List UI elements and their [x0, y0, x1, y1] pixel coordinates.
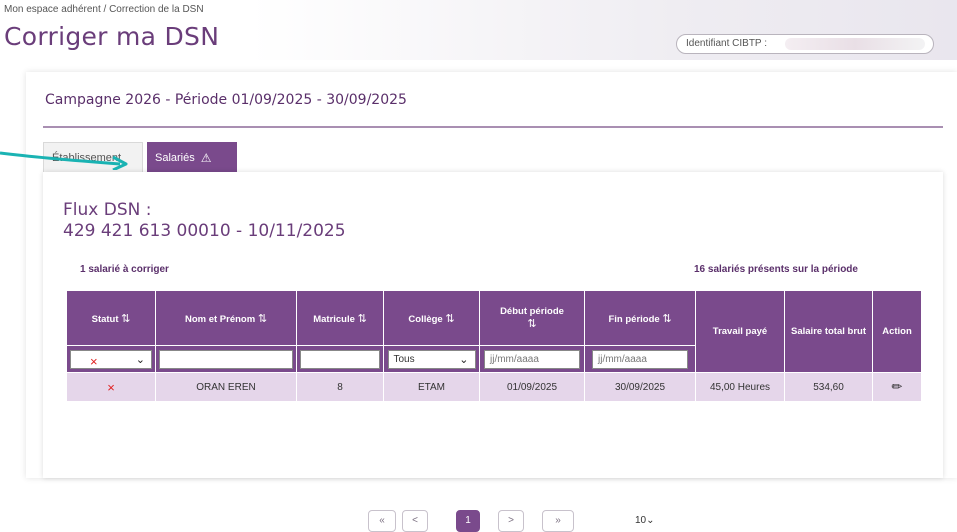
campaign-title: Campagne 2026 - Période 01/09/2025 - 30/…: [45, 92, 407, 108]
filter-debut-input[interactable]: jj/mm/aaaa: [484, 349, 580, 369]
pager-last-button[interactable]: »: [542, 510, 574, 532]
filter-college-cell: Tous ⌄: [383, 345, 480, 373]
header-statut[interactable]: Statut ⇅: [66, 290, 156, 346]
header-college[interactable]: Collège ⇅: [383, 290, 480, 346]
filter-debut-cell: jj/mm/aaaa: [479, 345, 585, 373]
cell-action: ✏: [872, 372, 922, 402]
annotation-arrow-icon: [0, 151, 128, 170]
pencil-icon[interactable]: ✏: [892, 379, 903, 394]
header-travail: Travail payé: [695, 290, 785, 373]
filter-matricule-cell: [296, 345, 384, 373]
sort-icon[interactable]: ⇅: [358, 313, 367, 325]
pager-next-button[interactable]: >: [498, 510, 524, 532]
tab-salaries-label: Salariés: [155, 152, 195, 164]
cell-college: ETAM: [383, 372, 480, 402]
header-nom[interactable]: Nom et Prénom ⇅: [155, 290, 297, 346]
page-size-value: 10: [635, 515, 647, 526]
page-title: Corriger ma DSN: [4, 22, 220, 51]
filter-nom-cell: [155, 345, 297, 373]
filter-college-value: Tous: [393, 353, 415, 365]
filter-fin-input[interactable]: jj/mm/aaaa: [592, 349, 688, 369]
filter-nom-input[interactable]: [159, 349, 293, 369]
warning-icon: ⚠: [200, 151, 212, 165]
sort-icon[interactable]: ⇅: [480, 317, 584, 330]
page-size-select[interactable]: 10⌄: [635, 515, 655, 526]
pager-page-current[interactable]: 1: [456, 510, 480, 532]
header-matricule[interactable]: Matricule ⇅: [296, 290, 384, 346]
pager-first-button[interactable]: «: [368, 510, 396, 532]
filter-college-select[interactable]: Tous ⌄: [387, 349, 476, 369]
breadcrumb[interactable]: Mon espace adhérent / Correction de la D…: [4, 4, 204, 15]
filter-matricule-input[interactable]: [300, 349, 380, 369]
cell-fin: 30/09/2025: [584, 372, 696, 402]
chevron-down-icon: ⌄: [646, 515, 655, 526]
salaries-table: Statut ⇅ Nom et Prénom ⇅ Matricule ⇅ Col…: [66, 290, 922, 402]
filter-statut-select[interactable]: × ⌄: [70, 349, 152, 369]
count-present: 16 salariés présents sur la période: [694, 264, 858, 275]
flux-dsn-id: 429 421 613 00010 - 10/11/2025: [63, 221, 346, 241]
divider: [43, 126, 943, 128]
pager-prev-button[interactable]: <: [402, 510, 428, 532]
filter-statut-cell: × ⌄: [66, 345, 156, 373]
count-to-correct: 1 salarié à corriger: [80, 264, 169, 275]
cell-debut: 01/09/2025: [479, 372, 585, 402]
cibtp-identifier-field: Identifiant CIBTP :: [676, 34, 934, 54]
flux-dsn-title: Flux DSN : 429 421 613 00010 - 10/11/202…: [63, 200, 346, 242]
cibtp-label: Identifiant CIBTP :: [686, 38, 767, 49]
blurred-identifier: [785, 38, 925, 50]
header-salaire: Salaire total brut: [784, 290, 873, 373]
sort-icon[interactable]: ⇅: [662, 313, 671, 325]
header-fin[interactable]: Fin période ⇅: [584, 290, 696, 346]
salaries-panel: Flux DSN : 429 421 613 00010 - 10/11/202…: [43, 172, 943, 532]
filter-fin-cell: jj/mm/aaaa: [584, 345, 696, 373]
cell-nom: ORAN EREN: [155, 372, 297, 402]
chevron-down-icon: ⌄: [135, 353, 145, 366]
cell-salaire: 534,60: [784, 372, 873, 402]
tab-salaries[interactable]: Salariés ⚠: [147, 142, 237, 172]
header-action: Action: [872, 290, 922, 373]
cell-statut: ×: [66, 372, 156, 402]
sort-icon[interactable]: ⇅: [445, 313, 454, 325]
campaign-card: Campagne 2026 - Période 01/09/2025 - 30/…: [26, 72, 957, 532]
sort-icon[interactable]: ⇅: [258, 313, 267, 325]
table-row: × ORAN EREN 8 ETAM 01/09/2025 30/09/2025…: [66, 372, 922, 402]
sort-icon[interactable]: ⇅: [121, 313, 130, 325]
cell-travail: 45,00 Heures: [695, 372, 785, 402]
error-icon: ×: [107, 379, 115, 395]
header-debut[interactable]: Début période ⇅: [479, 290, 585, 346]
close-icon: ×: [90, 353, 98, 369]
chevron-down-icon: ⌄: [459, 353, 469, 366]
cell-matricule: 8: [296, 372, 384, 402]
flux-dsn-label: Flux DSN :: [63, 200, 152, 220]
